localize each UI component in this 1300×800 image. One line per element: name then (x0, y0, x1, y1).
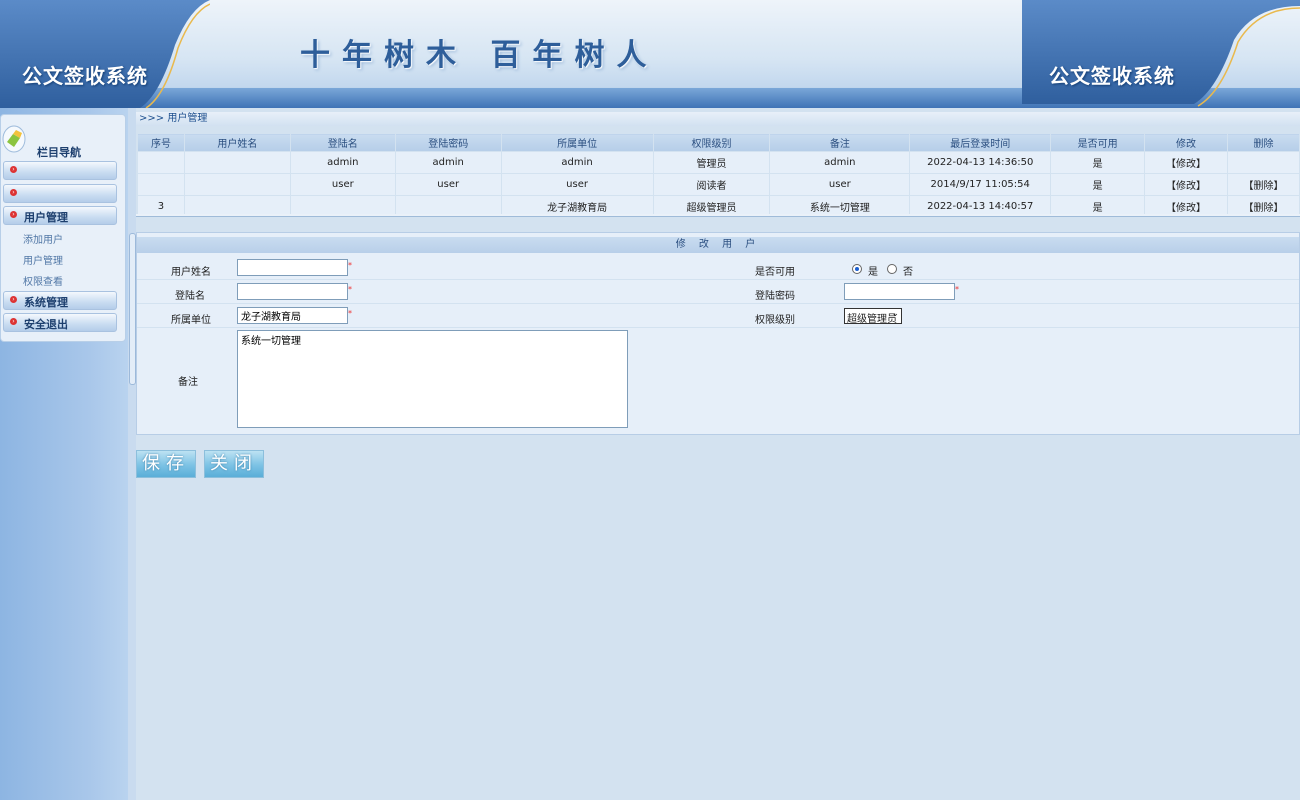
nav-section-system-management[interactable]: › 系统管理 (3, 291, 117, 310)
column-header: 删除 (1226, 133, 1300, 152)
chevron-right-icon: › (10, 318, 17, 325)
slogan: 十年树木 百年树人 (300, 38, 659, 73)
label-unit: 所属单位 (171, 315, 211, 326)
column-header: 修改 (1144, 133, 1228, 152)
column-header: 登陆密码 (394, 133, 502, 152)
cell-name (183, 173, 291, 196)
table-row: admin admin admin 管理员 admin 2022-04-13 1… (137, 151, 1300, 174)
nav-title: 栏目导航 (37, 146, 81, 159)
required-mark: * (348, 261, 352, 270)
level-select[interactable]: 超级管理员 ⌄ (844, 308, 902, 325)
column-header: 权限级别 (652, 133, 771, 152)
nav-link-user-management[interactable]: 用户管理 (23, 252, 63, 267)
table-row: user user user 阅读者 user 2014/9/17 11:05:… (137, 173, 1300, 196)
edit-link[interactable]: 【修改】 (1144, 151, 1228, 174)
sidebar: 栏目导航 › › › 用户管理 添加用户 用户管理 权限查看 › 系统管理 › … (0, 108, 128, 800)
cell-level: 管理员 (652, 151, 771, 174)
cell-id (137, 173, 185, 196)
cell-remark: user (769, 173, 911, 196)
chevron-right-icon: › (10, 166, 17, 173)
sidebar-nav-panel: 栏目导航 › › › 用户管理 添加用户 用户管理 权限查看 › 系统管理 › … (0, 114, 126, 342)
cell-last-login: 2014/9/17 11:05:54 (909, 173, 1052, 196)
brand-left-shape (0, 0, 210, 108)
chevron-down-icon: › (10, 211, 17, 218)
nav-section-logout[interactable]: › 安全退出 (3, 313, 117, 332)
password-input[interactable] (844, 283, 955, 300)
sidebar-splitter[interactable] (128, 108, 136, 800)
edit-link[interactable]: 【修改】 (1144, 173, 1228, 196)
main-content: >>> 用户管理 序号 用户姓名 登陆名 登陆密码 所属单位 权限级别 备注 最… (136, 108, 1300, 800)
label-password: 登陆密码 (755, 291, 795, 302)
breadcrumb-text: >>> 用户管理 (139, 113, 208, 124)
cell-name (183, 151, 291, 174)
splitter-grip[interactable] (129, 233, 136, 385)
enabled-yes-radio[interactable] (852, 264, 862, 274)
nav-section-label: 用户管理 (24, 211, 68, 224)
user-table: 序号 用户姓名 登陆名 登陆密码 所属单位 权限级别 备注 最后登录时间 是否可… (137, 133, 1300, 218)
column-header: 所属单位 (500, 133, 654, 152)
cell-delete (1226, 151, 1300, 174)
cell-last-login: 2022-04-13 14:36:50 (909, 151, 1052, 174)
system-name-left: 公文签收系统 (22, 64, 148, 88)
cell-login: admin (289, 151, 396, 174)
cell-password: user (394, 173, 502, 196)
close-button[interactable]: 关闭 (204, 450, 264, 478)
login-input[interactable] (237, 283, 348, 300)
column-header: 是否可用 (1050, 133, 1146, 152)
nav-logo-icon (2, 125, 26, 153)
column-header: 用户姓名 (183, 133, 291, 152)
label-name: 用户姓名 (171, 267, 211, 278)
cell-unit: admin (500, 151, 654, 174)
label-enabled: 是否可用 (755, 267, 795, 278)
label-login: 登陆名 (175, 291, 205, 302)
nav-section-label: 安全退出 (24, 318, 68, 331)
required-mark: * (348, 285, 352, 294)
cell-level: 阅读者 (652, 173, 771, 196)
edit-user-form: 修 改 用 户 用户姓名 * 是否可用 是 否 登陆名 * 登陆密码 * 所属单… (136, 232, 1300, 435)
enabled-no-radio[interactable] (887, 264, 897, 274)
chevron-down-icon: ⌄ (891, 309, 899, 319)
table-header-row: 序号 用户姓名 登陆名 登陆密码 所属单位 权限级别 备注 最后登录时间 是否可… (137, 133, 1300, 152)
label-level: 权限级别 (755, 315, 795, 326)
nav-section-user-management[interactable]: › 用户管理 (3, 206, 117, 225)
nav-link-add-user[interactable]: 添加用户 (23, 231, 63, 246)
unit-input[interactable] (237, 307, 348, 324)
column-header: 最后登录时间 (909, 133, 1052, 152)
column-header: 序号 (137, 133, 185, 152)
section-divider (136, 214, 1300, 217)
system-name-right: 公文签收系统 (1049, 64, 1175, 88)
nav-link-permission-view[interactable]: 权限查看 (23, 273, 63, 288)
required-mark: * (348, 309, 352, 318)
nav-section-2[interactable]: › (3, 184, 117, 203)
cell-password: admin (394, 151, 502, 174)
save-button[interactable]: 保存 (136, 450, 196, 478)
name-input[interactable] (237, 259, 348, 276)
delete-link[interactable]: 【删除】 (1226, 173, 1300, 196)
enabled-no-label: 否 (903, 267, 913, 278)
chevron-down-icon: › (10, 296, 17, 303)
form-title: 修 改 用 户 (137, 237, 1299, 253)
cell-id (137, 151, 185, 174)
cell-login: user (289, 173, 396, 196)
cell-remark: admin (769, 151, 911, 174)
cell-enabled: 是 (1050, 151, 1146, 174)
nav-section-label: 系统管理 (24, 296, 68, 309)
column-header: 登陆名 (289, 133, 396, 152)
remark-textarea[interactable]: 系统一切管理 (237, 330, 628, 428)
label-remark: 备注 (178, 377, 198, 388)
brand-right-shape (1022, 0, 1300, 107)
breadcrumb: >>> 用户管理 (136, 112, 1300, 126)
cell-unit: user (500, 173, 654, 196)
chevron-right-icon: › (10, 189, 17, 196)
header-banner: 公文签收系统 十年树木 百年树人 公文签收系统 (0, 0, 1300, 108)
level-select-value: 超级管理员 (847, 314, 897, 325)
enabled-yes-label: 是 (868, 267, 878, 278)
required-mark: * (955, 285, 959, 294)
column-header: 备注 (769, 133, 911, 152)
nav-section-1[interactable]: › (3, 161, 117, 180)
cell-enabled: 是 (1050, 173, 1146, 196)
